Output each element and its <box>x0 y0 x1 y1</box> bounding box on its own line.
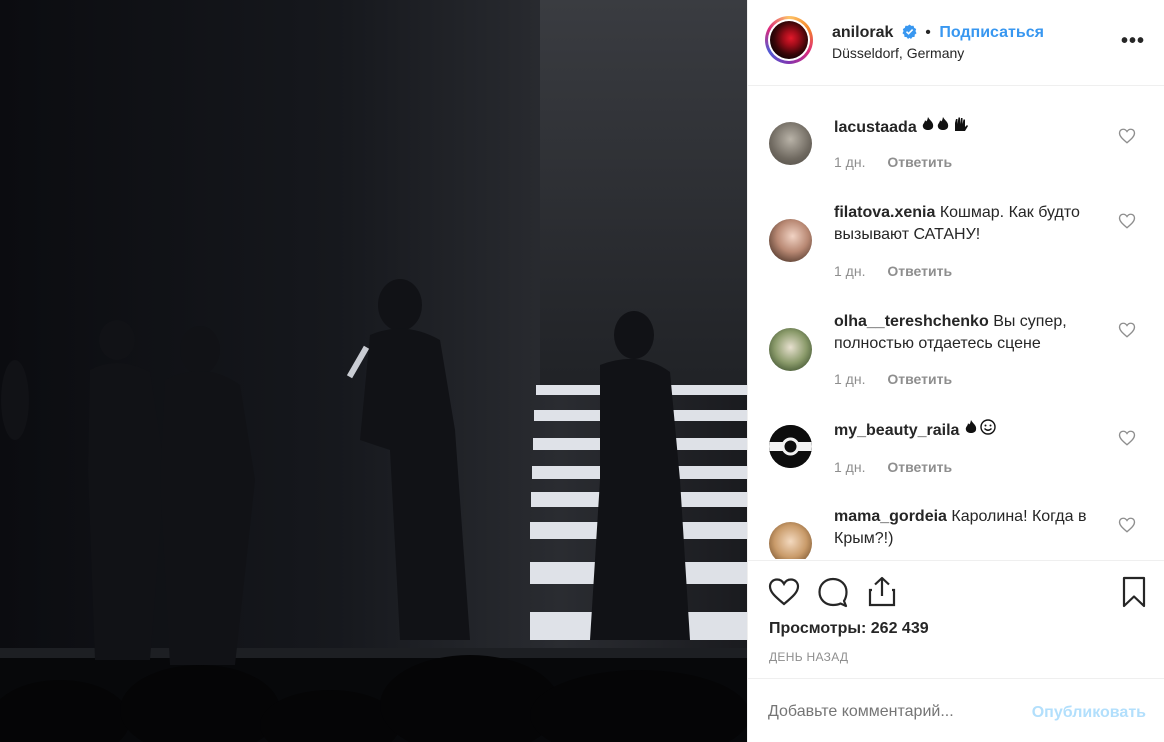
like-comment-heart-icon[interactable] <box>1118 212 1136 230</box>
view-count[interactable]: Просмотры: 262 439 <box>769 620 929 638</box>
comment-avatar[interactable] <box>769 425 812 468</box>
post-timestamp[interactable]: ДЕНЬ НАЗАД <box>769 650 848 664</box>
reply-button[interactable]: Ответить <box>887 154 952 170</box>
post-sidebar: anilorak • Подписаться Düsseldorf, Germa… <box>747 0 1164 742</box>
bookmark-icon[interactable] <box>1117 575 1151 609</box>
owner-username[interactable]: anilorak <box>832 24 893 41</box>
comment-avatar[interactable] <box>769 328 812 371</box>
verified-badge-icon <box>902 24 917 44</box>
comment-username[interactable]: lacustaada <box>834 119 917 136</box>
post-header: anilorak • Подписаться Düsseldorf, Germa… <box>748 0 1164 86</box>
comment-age[interactable]: 1 дн. <box>834 154 865 170</box>
comment-username[interactable]: olha__tereshchenko <box>834 313 989 330</box>
publish-button[interactable]: Опубликовать <box>1032 704 1146 722</box>
post-location[interactable]: Düsseldorf, Germany <box>832 45 964 61</box>
owner-avatar[interactable] <box>765 16 813 64</box>
add-comment-bar: Опубликовать <box>748 678 1164 742</box>
comment-avatar[interactable] <box>769 522 812 559</box>
comment-avatar[interactable] <box>769 122 812 165</box>
comment-username[interactable]: filatova.xenia <box>834 204 935 221</box>
post-actions: Просмотры: 262 439 ДЕНЬ НАЗАД <box>748 560 1164 678</box>
like-comment-heart-icon[interactable] <box>1118 321 1136 339</box>
more-options-icon[interactable]: ••• <box>1121 30 1145 53</box>
fire-emoji-icon <box>922 117 969 131</box>
comment-age[interactable]: 1 дн. <box>834 263 865 279</box>
comment-emoji <box>964 419 1000 439</box>
separator-dot: • <box>925 24 931 41</box>
comment-avatar[interactable] <box>769 219 812 262</box>
like-comment-heart-icon[interactable] <box>1118 516 1136 534</box>
comments-list[interactable]: lacustaada 1 дн. Ответить filatova.xenia… <box>748 87 1164 559</box>
comment-age[interactable]: 1 дн. <box>834 371 865 387</box>
comment-emoji <box>921 117 971 136</box>
comment-input[interactable] <box>768 703 1008 721</box>
comment-age[interactable]: 1 дн. <box>834 459 865 475</box>
comment-bubble-icon[interactable] <box>816 575 850 609</box>
share-icon[interactable] <box>865 575 899 609</box>
post-video[interactable] <box>0 0 747 742</box>
reply-button[interactable]: Ответить <box>887 371 952 387</box>
owner-line: anilorak • Подписаться <box>832 24 1044 44</box>
comment-username[interactable]: my_beauty_raila <box>834 422 959 439</box>
fire-smile-emoji-icon <box>965 419 996 435</box>
concert-video-frame <box>0 0 747 742</box>
comment-username[interactable]: mama_gordeia <box>834 508 947 525</box>
like-comment-heart-icon[interactable] <box>1118 429 1136 447</box>
like-heart-icon[interactable] <box>767 575 801 609</box>
reply-button[interactable]: Ответить <box>887 263 952 279</box>
reply-button[interactable]: Ответить <box>887 459 952 475</box>
follow-button[interactable]: Подписаться <box>939 24 1044 41</box>
like-comment-heart-icon[interactable] <box>1118 127 1136 145</box>
